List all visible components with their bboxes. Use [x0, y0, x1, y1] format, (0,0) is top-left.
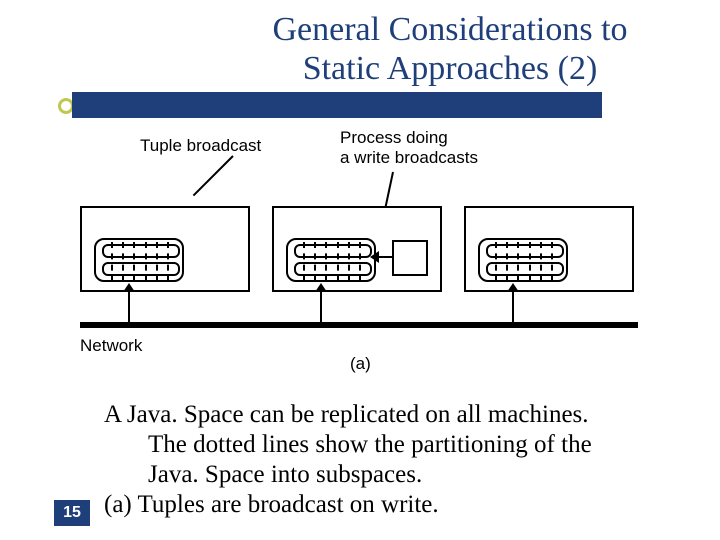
body-line3: Java. Space into subspaces. — [104, 460, 684, 490]
process-box-icon — [392, 240, 428, 276]
label-process-line1: Process doing — [340, 128, 448, 147]
subfigure-label: (a) — [350, 354, 371, 374]
body-line2: The dotted lines show the partitioning o… — [104, 430, 684, 460]
body-line1: A Java. Space can be replicated on all m… — [104, 401, 589, 428]
figure-a: Tuple broadcast Process doing a write br… — [80, 136, 640, 376]
body-paragraph: A Java. Space can be replicated on all m… — [104, 400, 684, 520]
title-underline — [72, 92, 602, 118]
tuple-space-icon — [478, 238, 568, 282]
label-process: Process doing a write broadcasts — [340, 128, 478, 167]
page-number-badge: 15 — [54, 500, 90, 526]
tuple-space-icon — [286, 238, 376, 282]
pointer-line — [193, 155, 234, 196]
machine-box — [464, 206, 634, 292]
title-line1: General Considerations to — [272, 11, 627, 48]
label-tuple-broadcast: Tuple broadcast — [140, 136, 261, 156]
label-network: Network — [80, 336, 142, 356]
machine-box — [80, 206, 250, 292]
machine-box — [272, 206, 442, 292]
tuple-space-icon — [94, 238, 184, 282]
drop-arrow-icon — [128, 292, 130, 322]
drop-arrow-icon — [512, 292, 514, 322]
label-process-line2: a write broadcasts — [340, 148, 478, 167]
network-bus-icon — [80, 322, 638, 328]
drop-arrow-icon — [320, 292, 322, 322]
slide-title: General Considerations to Static Approac… — [210, 10, 690, 88]
body-line4: (a) Tuples are broadcast on write. — [104, 491, 439, 518]
title-line2: Static Approaches (2) — [303, 50, 598, 87]
